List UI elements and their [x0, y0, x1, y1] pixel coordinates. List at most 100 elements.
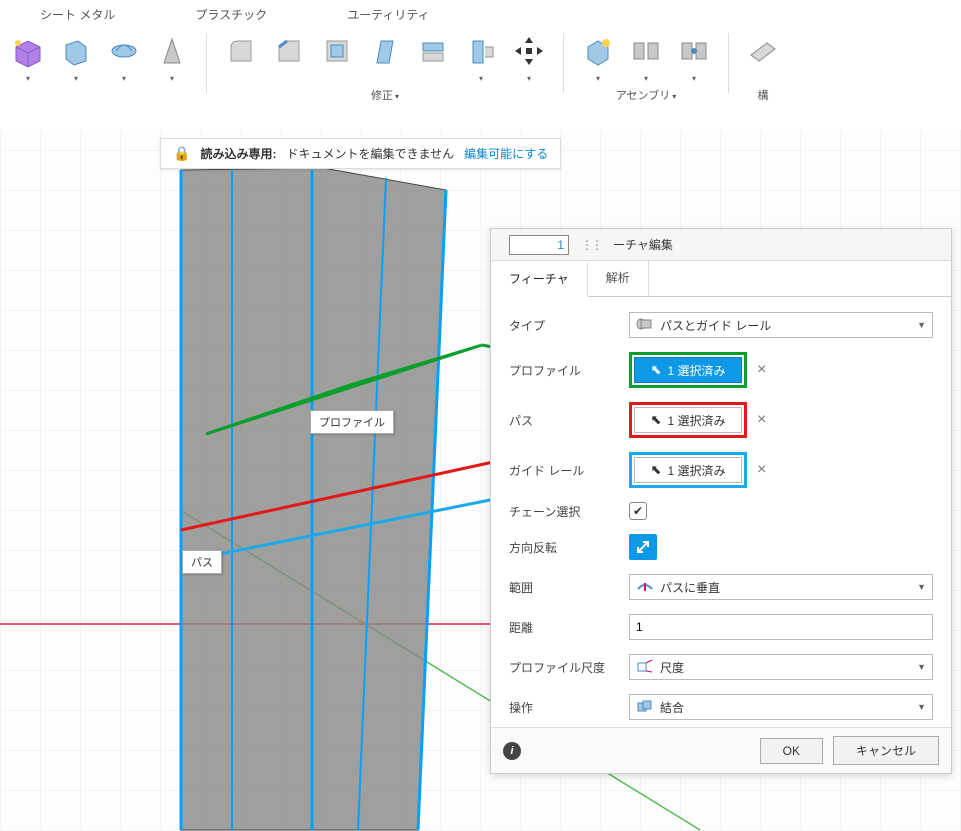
tool-group-construct: 構 [735, 29, 791, 103]
path-selection-chip[interactable]: ⬉ 1 選択済み [634, 407, 742, 433]
label-profile: プロファイル [509, 362, 629, 379]
chevron-down-icon: ▼ [917, 662, 926, 672]
operation-combo[interactable]: 結合 ▼ [629, 694, 933, 720]
join-icon [636, 699, 654, 716]
tool-component-icon[interactable]: ▾ [576, 29, 620, 73]
chevron-down-icon: ▾ [596, 74, 600, 83]
guide-clear-button[interactable]: × [753, 461, 770, 479]
enable-edit-link[interactable]: 編集可能にする [464, 145, 548, 162]
path-clear-button[interactable]: × [753, 411, 770, 429]
label-distance: 距離 [509, 619, 629, 636]
tool-group-assembly: ▾ ▾ ▾ アセンブリ▾ [570, 29, 722, 103]
feature-count-input[interactable] [509, 235, 569, 255]
path-rail-icon [636, 317, 654, 334]
profile-selection-chip[interactable]: ⬉ 1 選択済み [634, 357, 742, 383]
tool-split-icon[interactable] [411, 29, 455, 73]
group-label-construct: 構 [758, 87, 769, 103]
panel-title-text: ーチャ編集 [613, 236, 673, 253]
extent-value: パスに垂直 [660, 579, 911, 596]
readonly-label: 読み込み専用: [200, 145, 276, 162]
chain-checkbox[interactable]: ✔ [629, 502, 647, 520]
chevron-down-icon: ▾ [74, 74, 78, 83]
cursor-icon: ⬉ [651, 412, 662, 428]
group-label-modify[interactable]: 修正▾ [371, 87, 399, 103]
scale-value: 尺度 [660, 659, 911, 676]
tool-pressfit-icon[interactable]: ▾ [459, 29, 503, 73]
toolbar: ▾ ▾ ▾ ▾ [0, 23, 961, 103]
tool-group-create: ▾ ▾ ▾ ▾ [0, 29, 200, 73]
path-sel-text: 1 選択済み [667, 412, 725, 429]
chevron-down-icon: ▾ [26, 74, 30, 83]
toolbar-separator [728, 33, 729, 93]
feature-edit-panel: ⋮⋮ ーチャ編集 フィーチャ 解析 タイプ パスとガイド レール ▼ プロファイ… [490, 228, 952, 774]
tooltip-path: パス [182, 550, 222, 574]
ribbon-cat-utility[interactable]: ユーティリティ [347, 6, 430, 23]
path-highlight: ⬉ 1 選択済み [629, 402, 747, 438]
tool-plane-icon[interactable] [741, 29, 785, 73]
perpendicular-icon [636, 579, 654, 596]
extent-combo[interactable]: パスに垂直 ▼ [629, 574, 933, 600]
toolbar-separator [563, 33, 564, 93]
chevron-down-icon: ▼ [917, 320, 926, 330]
label-chain: チェーン選択 [509, 503, 629, 520]
ribbon-categories: シート メタル プラスチック ユーティリティ [0, 0, 961, 23]
toolbar-separator [206, 33, 207, 93]
type-value: パスとガイド レール [660, 317, 911, 334]
tool-asm-joint-icon[interactable]: ▾ [672, 29, 716, 73]
label-scale: プロファイル尺度 [509, 659, 629, 676]
label-path: パス [509, 412, 629, 429]
chevron-down-icon: ▼ [917, 702, 926, 712]
profile-highlight: ⬉ 1 選択済み [629, 352, 747, 388]
chevron-down-icon: ▾ [692, 74, 696, 83]
panel-tabs: フィーチャ 解析 [491, 261, 951, 297]
label-type: タイプ [509, 317, 629, 334]
ok-button[interactable]: OK [760, 738, 823, 764]
tool-box-icon[interactable]: ▾ [6, 29, 50, 73]
type-combo[interactable]: パスとガイド レール ▼ [629, 312, 933, 338]
tool-move-icon[interactable]: ▾ [507, 29, 551, 73]
readonly-bar: 🔒 読み込み専用: ドキュメントを編集できません 編集可能にする [160, 138, 561, 169]
cursor-icon: ⬉ [651, 462, 662, 478]
tool-fillet-icon[interactable] [219, 29, 263, 73]
guide-selection-chip[interactable]: ⬉ 1 選択済み [634, 457, 742, 483]
profile-clear-button[interactable]: × [753, 361, 770, 379]
info-icon[interactable]: i [503, 742, 521, 760]
tool-extrude-icon[interactable]: ▾ [54, 29, 98, 73]
scale-icon [636, 659, 654, 676]
cursor-icon: ⬉ [651, 362, 662, 378]
profile-sel-text: 1 選択済み [667, 362, 725, 379]
ribbon-cat-plastic[interactable]: プラスチック [195, 6, 267, 23]
label-extent: 範囲 [509, 579, 629, 596]
cancel-button[interactable]: キャンセル [833, 736, 939, 765]
tool-shell-icon[interactable] [315, 29, 359, 73]
readonly-text: ドキュメントを編集できません [286, 145, 454, 162]
chevron-down-icon: ▼ [917, 582, 926, 592]
ribbon-cat-sheetmetal[interactable]: シート メタル [40, 6, 115, 23]
chevron-down-icon: ▾ [170, 74, 174, 83]
chevron-down-icon: ▾ [527, 74, 531, 83]
tool-revolve-icon[interactable]: ▾ [102, 29, 146, 73]
chevron-down-icon: ▾ [479, 74, 483, 83]
group-label-assembly[interactable]: アセンブリ▾ [616, 87, 676, 103]
panel-footer: i OK キャンセル [491, 727, 951, 773]
lock-icon: 🔒 [173, 145, 190, 162]
guide-highlight: ⬉ 1 選択済み [629, 452, 747, 488]
tooltip-profile: プロファイル [310, 410, 394, 434]
tool-joint-icon[interactable]: ▾ [624, 29, 668, 73]
scale-combo[interactable]: 尺度 ▼ [629, 654, 933, 680]
drag-handle-icon[interactable]: ⋮⋮ [581, 238, 601, 252]
tool-draft-icon[interactable] [363, 29, 407, 73]
distance-input[interactable] [629, 614, 933, 640]
guide-sel-text: 1 選択済み [667, 462, 725, 479]
tool-group-modify: ▾ ▾ 修正▾ [213, 29, 557, 103]
label-orient: 方向反転 [509, 539, 629, 556]
tab-feature[interactable]: フィーチャ [491, 262, 588, 297]
tab-analysis[interactable]: 解析 [588, 261, 649, 296]
panel-titlebar[interactable]: ⋮⋮ ーチャ編集 [491, 229, 951, 261]
label-guide: ガイド レール [509, 462, 629, 479]
chevron-down-icon: ▾ [122, 74, 126, 83]
tool-loft-icon[interactable]: ▾ [150, 29, 194, 73]
flip-direction-button[interactable] [629, 534, 657, 560]
tool-chamfer-icon[interactable] [267, 29, 311, 73]
label-operation: 操作 [509, 699, 629, 716]
